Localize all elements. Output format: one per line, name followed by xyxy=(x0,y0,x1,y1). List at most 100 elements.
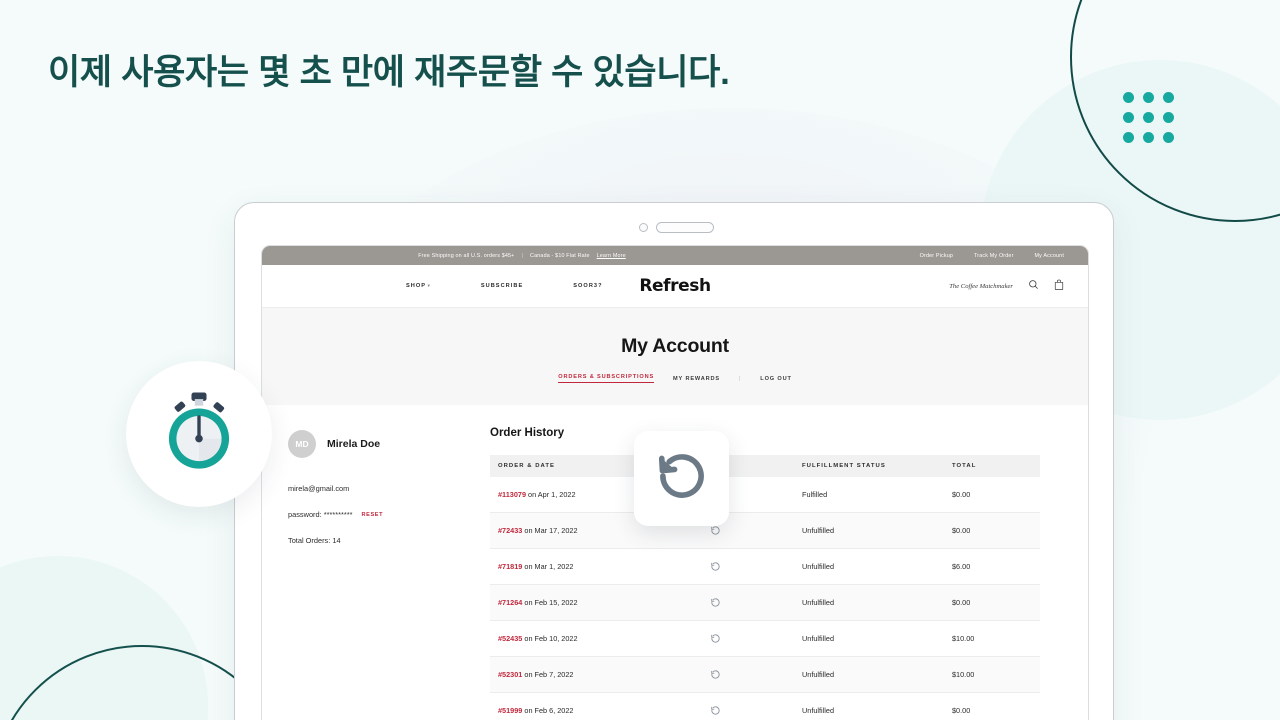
dot-grid-icon xyxy=(1123,92,1174,143)
cell-order-date: #51999 on Feb 6, 2022 xyxy=(490,692,702,720)
reorder-arrow-icon[interactable] xyxy=(710,633,721,643)
order-history-table: ORDER & DATE FULFILLMENT STATUS TOTAL #1… xyxy=(490,455,1040,720)
tab-divider: | xyxy=(738,375,742,382)
user-password-row: password: ********** RESET xyxy=(288,510,470,519)
cell-total: $6.00 xyxy=(944,548,1040,585)
order-id-link[interactable]: #71264 xyxy=(498,598,522,607)
table-header-row: ORDER & DATE FULFILLMENT STATUS TOTAL xyxy=(490,455,1040,477)
track-my-order-link[interactable]: Track My Order xyxy=(974,253,1013,259)
password-reset-link[interactable]: RESET xyxy=(362,512,384,518)
tab-orders-subscriptions[interactable]: ORDERS & SUBSCRIPTIONS xyxy=(558,374,655,383)
reorder-arrow-icon[interactable] xyxy=(710,597,721,607)
total-orders-count: Total Orders: 14 xyxy=(288,536,341,545)
table-row[interactable]: #71264 on Feb 15, 2022 Unfulfilled $0.00 xyxy=(490,584,1040,621)
cell-reorder[interactable] xyxy=(702,656,794,693)
table-row[interactable]: #72433 on Mar 17, 2022 Unfulfilled $0.00 xyxy=(490,512,1040,549)
announcement-shipping: Free Shipping on all U.S. orders $45+ xyxy=(418,252,515,259)
reorder-arrow-icon[interactable] xyxy=(710,669,721,679)
account-sidebar: MD Mirela Doe mirela@gmail.com password:… xyxy=(288,427,470,720)
avatar: MD xyxy=(288,430,316,458)
column-fulfillment-status: FULFILLMENT STATUS xyxy=(794,455,944,477)
reorder-highlight-card[interactable] xyxy=(634,431,729,526)
cell-reorder[interactable] xyxy=(702,548,794,585)
table-row[interactable]: #51999 on Feb 6, 2022 Unfulfilled $0.00 xyxy=(490,692,1040,720)
order-date: on Feb 6, 2022 xyxy=(522,706,574,715)
order-date: on Apr 1, 2022 xyxy=(526,490,576,499)
mint-circle-bottom-left xyxy=(0,556,208,720)
order-date: on Mar 1, 2022 xyxy=(522,562,574,571)
chevron-down-icon: ▾ xyxy=(427,283,431,288)
order-id-link[interactable]: #71819 xyxy=(498,562,522,571)
announcement-utility-links: Order Pickup Track My Order My Account xyxy=(920,253,1064,259)
ring-outline-top-right-icon xyxy=(1070,0,1280,222)
user-summary: MD Mirela Doe xyxy=(288,430,470,458)
announcement-bar: Free Shipping on all U.S. orders $45+ | … xyxy=(262,246,1088,265)
column-total: TOTAL xyxy=(944,455,1040,477)
learn-more-link[interactable]: Learn More xyxy=(597,253,626,259)
cell-fulfillment-status: Unfulfilled xyxy=(794,692,944,720)
table-row[interactable]: #52301 on Feb 7, 2022 Unfulfilled $10.00 xyxy=(490,656,1040,693)
nav-link-shop-label: SHOP xyxy=(406,283,427,289)
cell-fulfillment-status: Unfulfilled xyxy=(794,548,944,585)
announcement-messages: Free Shipping on all U.S. orders $45+ | … xyxy=(418,253,626,259)
nav-link-shop[interactable]: SHOP ▾ xyxy=(406,283,431,289)
user-name: Mirela Doe xyxy=(327,438,381,450)
order-id-link[interactable]: #51999 xyxy=(498,706,522,715)
order-history-title: Order History xyxy=(490,427,565,439)
page-headline: 이제 사용자는 몇 초 만에 재주문할 수 있습니다. xyxy=(48,53,730,92)
cell-total: $10.00 xyxy=(944,620,1040,657)
cell-fulfillment-status: Unfulfilled xyxy=(794,512,944,549)
brand-logo[interactable]: Refresh xyxy=(639,276,711,296)
order-id-link[interactable]: #72433 xyxy=(498,526,522,535)
my-account-link[interactable]: My Account xyxy=(1035,253,1064,259)
cell-order-date: #52435 on Feb 10, 2022 xyxy=(490,620,702,657)
speaker-grill-icon xyxy=(656,222,714,233)
reorder-arrow-icon[interactable] xyxy=(710,705,721,715)
reorder-arrow-icon xyxy=(655,449,709,508)
nav-link-soor3[interactable]: SOOR3? xyxy=(573,283,602,289)
search-icon[interactable] xyxy=(1028,277,1039,295)
announcement-canada: Canada - $10 Flat Rate xyxy=(530,252,590,259)
cell-total: $0.00 xyxy=(944,512,1040,549)
cell-total: $0.00 xyxy=(944,584,1040,621)
cell-fulfillment-status: Unfulfilled xyxy=(794,584,944,621)
nav-links: SHOP ▾ SUBSCRIBE SOOR3? xyxy=(406,283,603,289)
cell-reorder[interactable] xyxy=(702,692,794,720)
account-header: My Account ORDERS & SUBSCRIPTIONS MY REW… xyxy=(262,308,1088,383)
camera-dot-icon xyxy=(639,223,648,232)
cell-reorder[interactable] xyxy=(702,584,794,621)
order-pickup-link[interactable]: Order Pickup xyxy=(920,253,953,259)
site-navigation: SHOP ▾ SUBSCRIBE SOOR3? Refresh The Coffe… xyxy=(262,265,1088,308)
nav-link-subscribe[interactable]: SUBSCRIBE xyxy=(481,283,523,289)
cell-order-date: #71264 on Feb 15, 2022 xyxy=(490,584,702,621)
page-title: My Account xyxy=(621,335,729,357)
cell-fulfillment-status: Unfulfilled xyxy=(794,620,944,657)
order-date: on Mar 17, 2022 xyxy=(522,526,578,535)
order-date: on Feb 10, 2022 xyxy=(522,634,578,643)
cell-total: $0.00 xyxy=(944,477,1040,513)
nav-right-group: The Coffee Matchmaker xyxy=(949,277,1064,295)
cell-order-date: #52301 on Feb 7, 2022 xyxy=(490,656,702,693)
cell-total: $0.00 xyxy=(944,692,1040,720)
cell-fulfillment-status: Fulfilled xyxy=(794,477,944,513)
stopwatch-badge xyxy=(126,361,272,507)
coffee-matchmaker-link[interactable]: The Coffee Matchmaker xyxy=(949,283,1013,290)
order-date: on Feb 7, 2022 xyxy=(522,670,574,679)
table-row[interactable]: #52435 on Feb 10, 2022 Unfulfilled $10.00 xyxy=(490,620,1040,657)
stopwatch-icon xyxy=(152,385,246,484)
account-tabs: ORDERS & SUBSCRIPTIONS MY REWARDS | LOG … xyxy=(262,374,1088,383)
tab-my-rewards[interactable]: MY REWARDS xyxy=(673,376,720,382)
shopping-bag-icon[interactable] xyxy=(1054,277,1064,295)
order-history-section: Order History ORDER & DATE FULFILLMENT S… xyxy=(470,427,1062,720)
order-rows: #113079 on Apr 1, 2022 Fulfilled $0.00 #724… xyxy=(490,477,1040,720)
table-row[interactable]: #113079 on Apr 1, 2022 Fulfilled $0.00 xyxy=(490,477,1040,513)
table-row[interactable]: #71819 on Mar 1, 2022 Unfulfilled $6.00 xyxy=(490,548,1040,585)
order-id-link[interactable]: #113079 xyxy=(498,490,526,499)
reorder-arrow-icon[interactable] xyxy=(710,525,721,535)
order-id-link[interactable]: #52301 xyxy=(498,670,522,679)
reorder-arrow-icon[interactable] xyxy=(710,561,721,571)
order-id-link[interactable]: #52435 xyxy=(498,634,522,643)
tab-log-out[interactable]: LOG OUT xyxy=(760,376,791,382)
order-date: on Feb 15, 2022 xyxy=(522,598,578,607)
cell-reorder[interactable] xyxy=(702,620,794,657)
